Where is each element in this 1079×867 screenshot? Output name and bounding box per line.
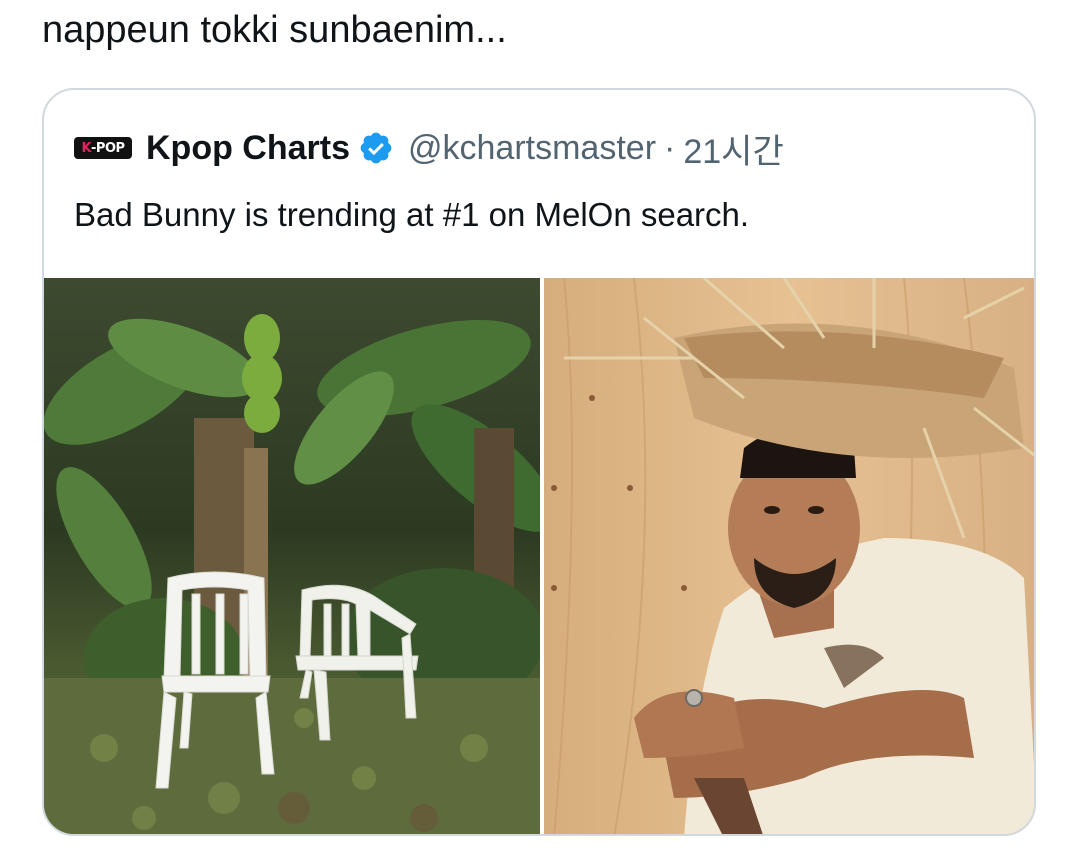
avatar[interactable]: K -POP: [74, 137, 132, 159]
display-name[interactable]: Kpop Charts: [146, 129, 350, 168]
media-grid: [44, 278, 1034, 834]
tweet-text: nappeun tokki sunbaenim...: [42, 9, 507, 51]
timestamp[interactable]: 21시간: [683, 124, 783, 173]
quoted-tweet-text: Bad Bunny is trending at #1 on MelOn sea…: [74, 196, 750, 233]
media-photo-chairs[interactable]: [44, 278, 540, 834]
separator: ·: [664, 128, 676, 167]
quoted-tweet-header: K -POP Kpop Charts @kchartsmaster · 21시간: [74, 124, 784, 173]
verified-badge-icon: [360, 132, 392, 164]
media-photo-portrait[interactable]: [544, 278, 1034, 834]
handle[interactable]: @kchartsmaster: [408, 129, 656, 168]
quoted-tweet-card[interactable]: K -POP Kpop Charts @kchartsmaster · 21시간 …: [42, 88, 1036, 836]
